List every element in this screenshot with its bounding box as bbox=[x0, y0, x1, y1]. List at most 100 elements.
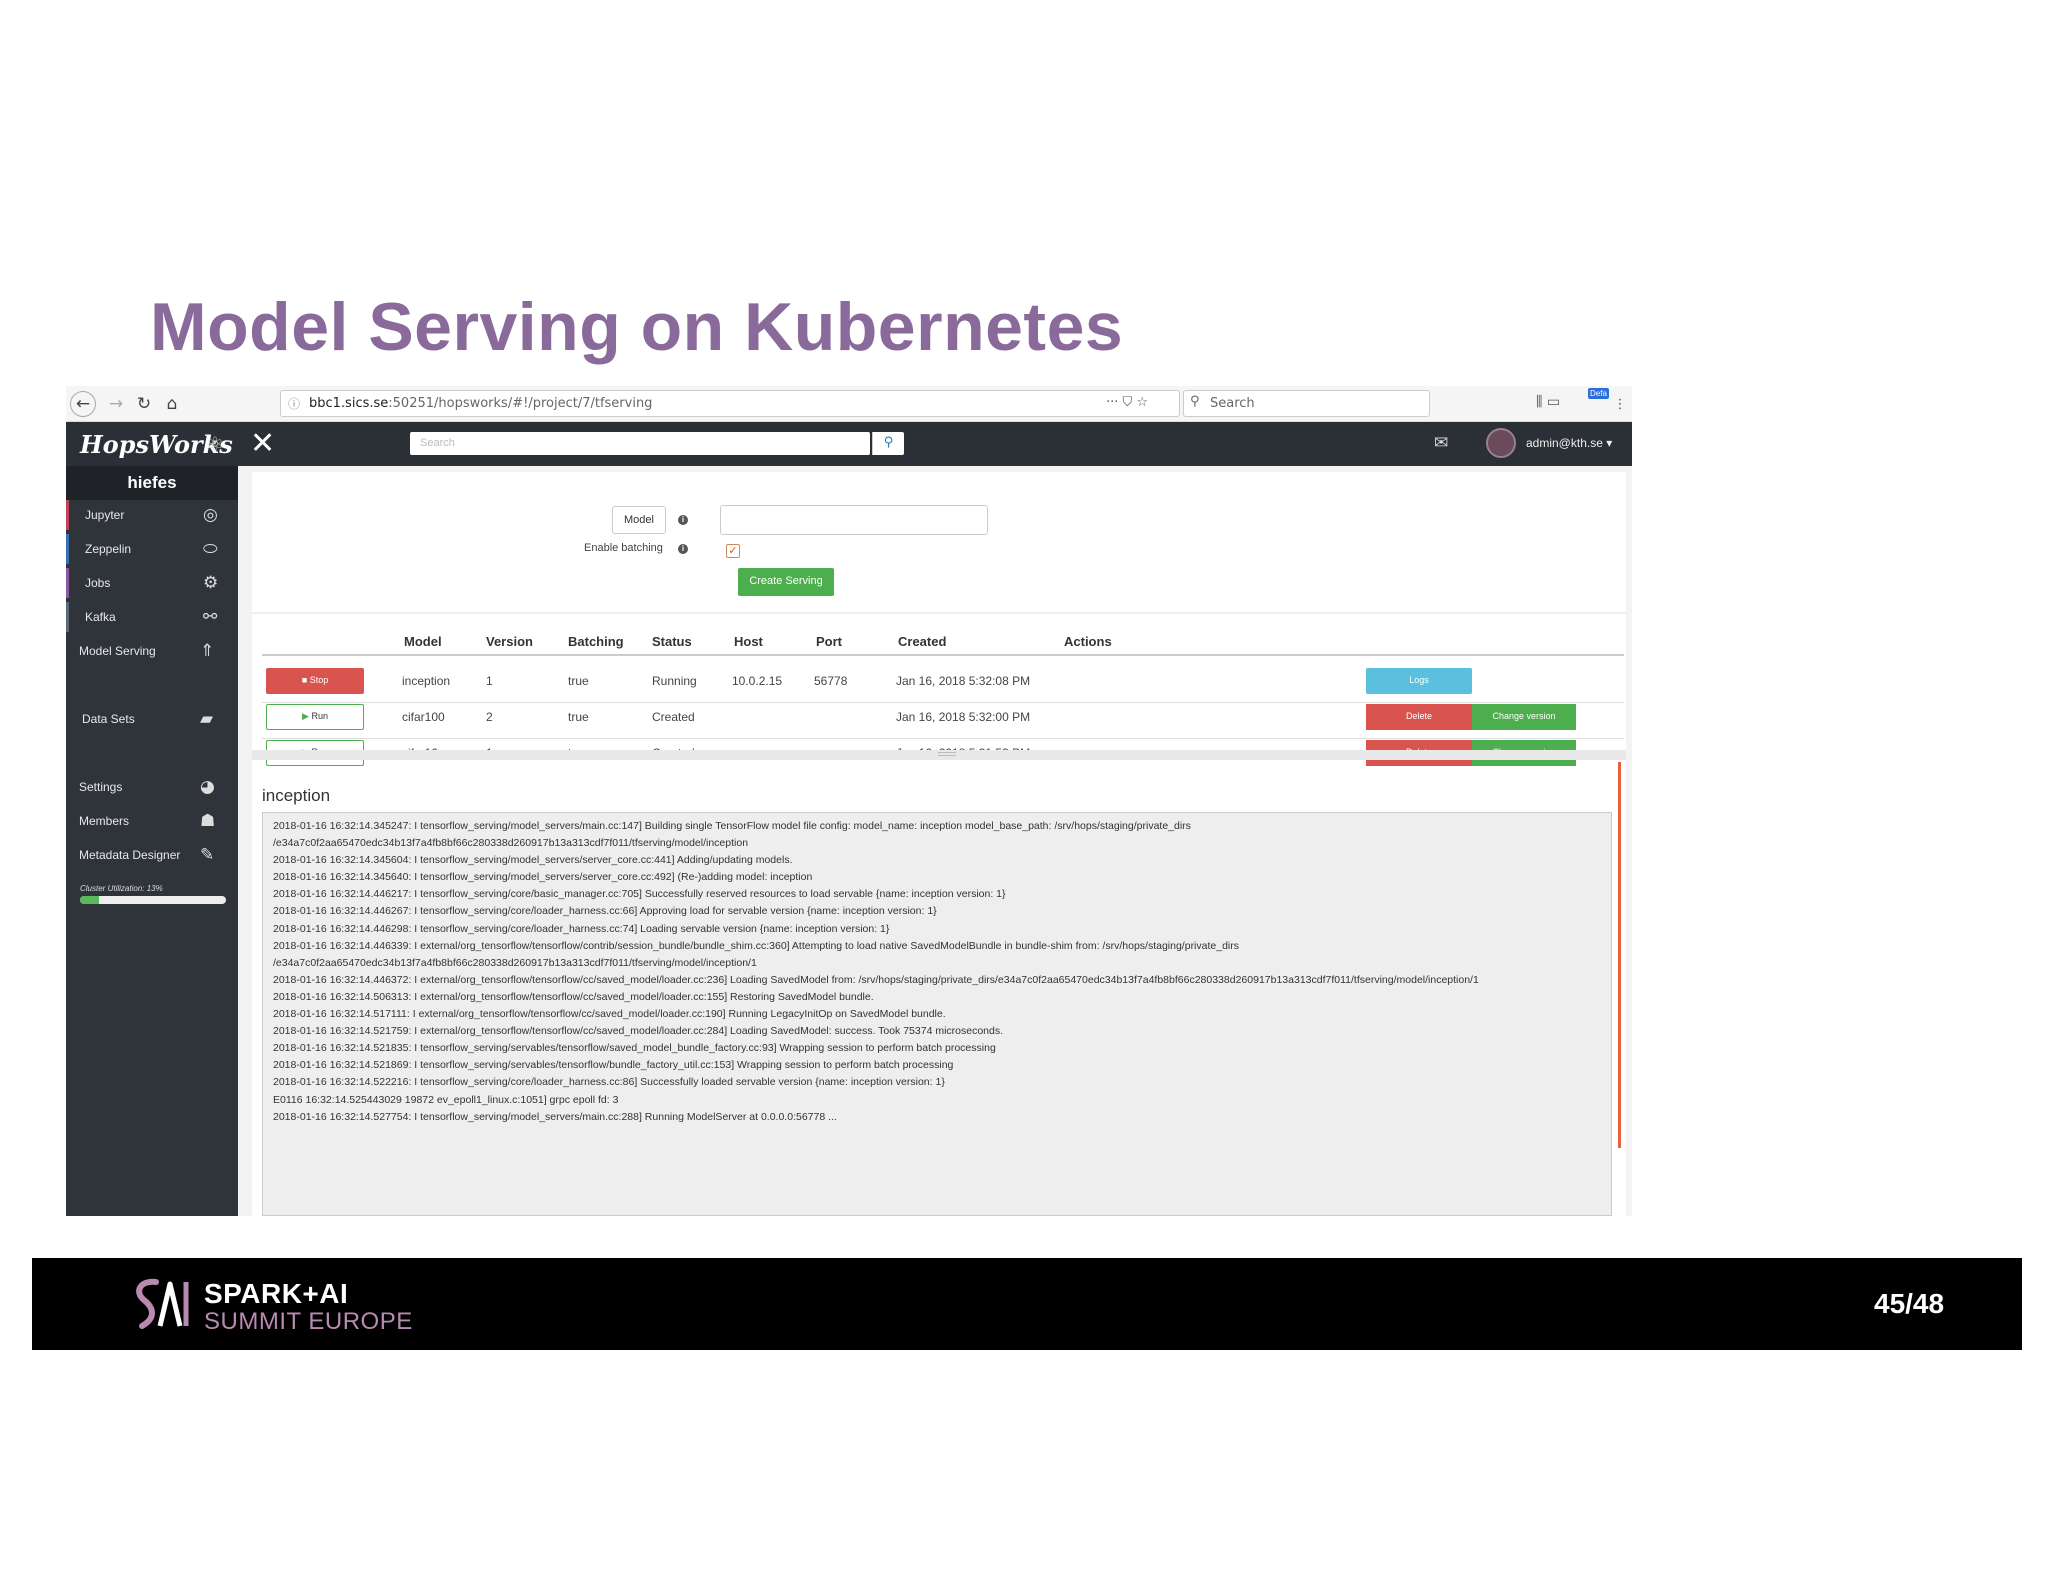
app-search-input[interactable]: Search bbox=[410, 432, 870, 455]
brand-subtitle: SUMMIT EUROPE bbox=[204, 1308, 413, 1335]
sidebar-item-members[interactable]: Members ☗ bbox=[66, 806, 238, 836]
change-version-button[interactable]: Change version bbox=[1472, 704, 1576, 730]
pane-splitter[interactable] bbox=[252, 750, 1626, 760]
project-name[interactable]: hiefes bbox=[66, 466, 238, 500]
run-button[interactable]: ▶ Run bbox=[266, 704, 364, 730]
avatar[interactable] bbox=[1486, 428, 1516, 458]
log-line: 2018-01-16 16:32:14.446372: I external/o… bbox=[273, 973, 1479, 986]
stop-button[interactable]: ■ Stop bbox=[266, 668, 364, 694]
sidebar-item-label: Data Sets bbox=[82, 712, 135, 726]
jupyter-icon: ◎ bbox=[203, 505, 218, 525]
url-bar[interactable]: bbc1.sics.se:50251/hopsworks/#!/project/… bbox=[280, 390, 1180, 417]
play-icon: ▶ bbox=[302, 712, 309, 722]
zeppelin-icon: ⬭ bbox=[203, 539, 218, 559]
dashboard-icon: ◕ bbox=[200, 777, 215, 797]
menu-icon[interactable]: ⋮ bbox=[1606, 390, 1632, 418]
folder-icon: ▰ bbox=[200, 709, 214, 729]
logo-emblem-icon: ⚛ bbox=[206, 432, 224, 456]
forward-icon[interactable]: → bbox=[102, 390, 130, 418]
gears-icon: ⚙ bbox=[203, 573, 219, 593]
log-line: 2018-01-16 16:32:14.521869: I tensorflow… bbox=[273, 1059, 954, 1072]
info-icon: i bbox=[678, 544, 688, 554]
slide: Model Serving on Kubernetes ← → ↻ ⌂ bbc1… bbox=[0, 0, 2048, 1582]
sidebar-item-jupyter[interactable]: Jupyter ◎ bbox=[66, 500, 238, 530]
sidebar-item-metadata-designer[interactable]: Metadata Designer ✎ bbox=[66, 840, 238, 870]
mail-icon[interactable]: ✉ bbox=[1434, 433, 1448, 453]
log-line: 2018-01-16 16:32:14.345604: I tensorflow… bbox=[273, 854, 793, 867]
cell-model: cifar100 bbox=[402, 710, 445, 724]
cell-host: 10.0.2.15 bbox=[732, 674, 783, 688]
log-output[interactable]: 2018-01-16 16:32:14.345247: I tensorflow… bbox=[262, 812, 1612, 1216]
column-header-batching: Batching bbox=[568, 634, 624, 649]
log-line: 2018-01-16 16:32:14.517111: I external/o… bbox=[273, 1008, 946, 1021]
sidebar-item-label: Zeppelin bbox=[85, 542, 132, 556]
library-icon[interactable]: ⫼ ▭ bbox=[1536, 394, 1560, 410]
log-line: /e34a7c0f2aa65470edc34b13f7a4fb8bf66c280… bbox=[273, 837, 749, 850]
spark-ai-logo-icon bbox=[136, 1278, 189, 1329]
sidebar-item-label: Kafka bbox=[85, 610, 116, 624]
main-content: Model i Enable batching i ✓ Create Servi… bbox=[252, 472, 1626, 1216]
url-host: bbc1.sics.se bbox=[309, 396, 389, 411]
batching-label: Enable batching bbox=[584, 542, 663, 554]
sidebar-item-label: Model Serving bbox=[79, 644, 156, 658]
sidebar-item-settings[interactable]: Settings ◕ bbox=[66, 772, 238, 802]
column-header-created: Created bbox=[898, 634, 947, 649]
create-serving-button[interactable]: Create Serving bbox=[738, 568, 834, 596]
sidebar-item-zeppelin[interactable]: Zeppelin ⬭ bbox=[66, 534, 238, 564]
log-line: 2018-01-16 16:32:14.345247: I tensorflow… bbox=[273, 820, 1191, 832]
log-line: 2018-01-16 16:32:14.446339: I external/o… bbox=[273, 939, 1239, 952]
column-header-version: Version bbox=[486, 634, 533, 649]
logs-button[interactable]: Logs bbox=[1366, 668, 1472, 694]
sidebar-item-label: Jobs bbox=[85, 576, 111, 590]
run-label: Run bbox=[311, 711, 328, 721]
cell-version: 2 bbox=[486, 710, 493, 724]
drag-handle-icon[interactable] bbox=[938, 752, 956, 756]
home-icon[interactable]: ⌂ bbox=[158, 390, 186, 418]
column-header-host: Host bbox=[734, 634, 763, 649]
sidebar-item-label: Metadata Designer bbox=[79, 848, 181, 862]
batching-checkbox[interactable]: ✓ bbox=[726, 544, 740, 558]
stop-label: Stop bbox=[309, 675, 329, 685]
url-path: :50251/hopsworks/#!/project/7/tfserving bbox=[388, 396, 653, 411]
log-line: 2018-01-16 16:32:14.521835: I tensorflow… bbox=[273, 1042, 996, 1055]
sidebar-item-model-serving[interactable]: Model Serving ⇑ bbox=[66, 636, 238, 666]
model-select-button[interactable]: Model bbox=[612, 506, 666, 534]
browser-toolbar: ← → ↻ ⌂ bbc1.sics.se:50251/hopsworks/#!/… bbox=[66, 386, 1632, 422]
cell-batching: true bbox=[568, 710, 589, 724]
site-info-icon[interactable]: ⓘ bbox=[288, 395, 300, 412]
search-button[interactable]: ⚲ bbox=[872, 432, 904, 455]
log-line: 2018-01-16 16:32:14.446298: I tensorflow… bbox=[273, 922, 890, 935]
column-header-port: Port bbox=[816, 634, 842, 649]
brand-name: SPARK+AI bbox=[204, 1278, 349, 1309]
page-actions-icon[interactable]: ··· ⛉ ☆ bbox=[1106, 395, 1148, 410]
log-line: 2018-01-16 16:32:14.345640: I tensorflow… bbox=[273, 871, 813, 884]
close-icon[interactable]: ✕ bbox=[250, 426, 275, 461]
sidebar-item-jobs[interactable]: Jobs ⚙ bbox=[66, 568, 238, 598]
log-scrollbar[interactable] bbox=[1618, 762, 1621, 1148]
app-header: HopsWorks ⚛ ✕ Search ⚲ ✉ admin@kth.se ▾ bbox=[66, 422, 1632, 466]
row-divider bbox=[262, 738, 1624, 739]
sidebar-item-data-sets[interactable]: Data Sets ▰ bbox=[66, 704, 238, 734]
sidebar-item-label: Members bbox=[79, 814, 130, 828]
kafka-icon: ⚯ bbox=[203, 607, 218, 627]
search-icon: ⚲ bbox=[1190, 394, 1200, 409]
log-line: 2018-01-16 16:32:14.522216: I tensorflow… bbox=[273, 1076, 945, 1089]
model-input[interactable] bbox=[720, 505, 988, 535]
column-header-model: Model bbox=[404, 634, 442, 649]
back-icon[interactable]: ← bbox=[70, 391, 96, 417]
cell-status: Running bbox=[652, 674, 697, 688]
edit-icon: ✎ bbox=[200, 845, 215, 865]
cell-created: Jan 16, 2018 5:32:08 PM bbox=[896, 674, 1031, 688]
delete-button[interactable]: Delete bbox=[1366, 704, 1472, 730]
sidebar-item-label: Settings bbox=[79, 780, 123, 794]
cell-created: Jan 16, 2018 5:32:00 PM bbox=[896, 710, 1031, 724]
sidebar: hiefes Jupyter ◎ Zeppelin ⬭ Jobs ⚙ Kafka ⚯ M… bbox=[66, 466, 238, 1216]
upload-tree-icon: ⇑ bbox=[200, 641, 215, 661]
reload-icon[interactable]: ↻ bbox=[130, 390, 158, 418]
browser-search-input[interactable]: Search bbox=[1183, 390, 1430, 417]
user-menu[interactable]: admin@kth.se ▾ bbox=[1526, 436, 1612, 450]
slide-title: Model Serving on Kubernetes bbox=[150, 289, 1124, 365]
cluster-utilization-bar bbox=[80, 896, 226, 904]
log-line: /e34a7c0f2aa65470edc34b13f7a4fb8bf66c280… bbox=[273, 956, 757, 969]
sidebar-item-kafka[interactable]: Kafka ⚯ bbox=[66, 602, 238, 632]
